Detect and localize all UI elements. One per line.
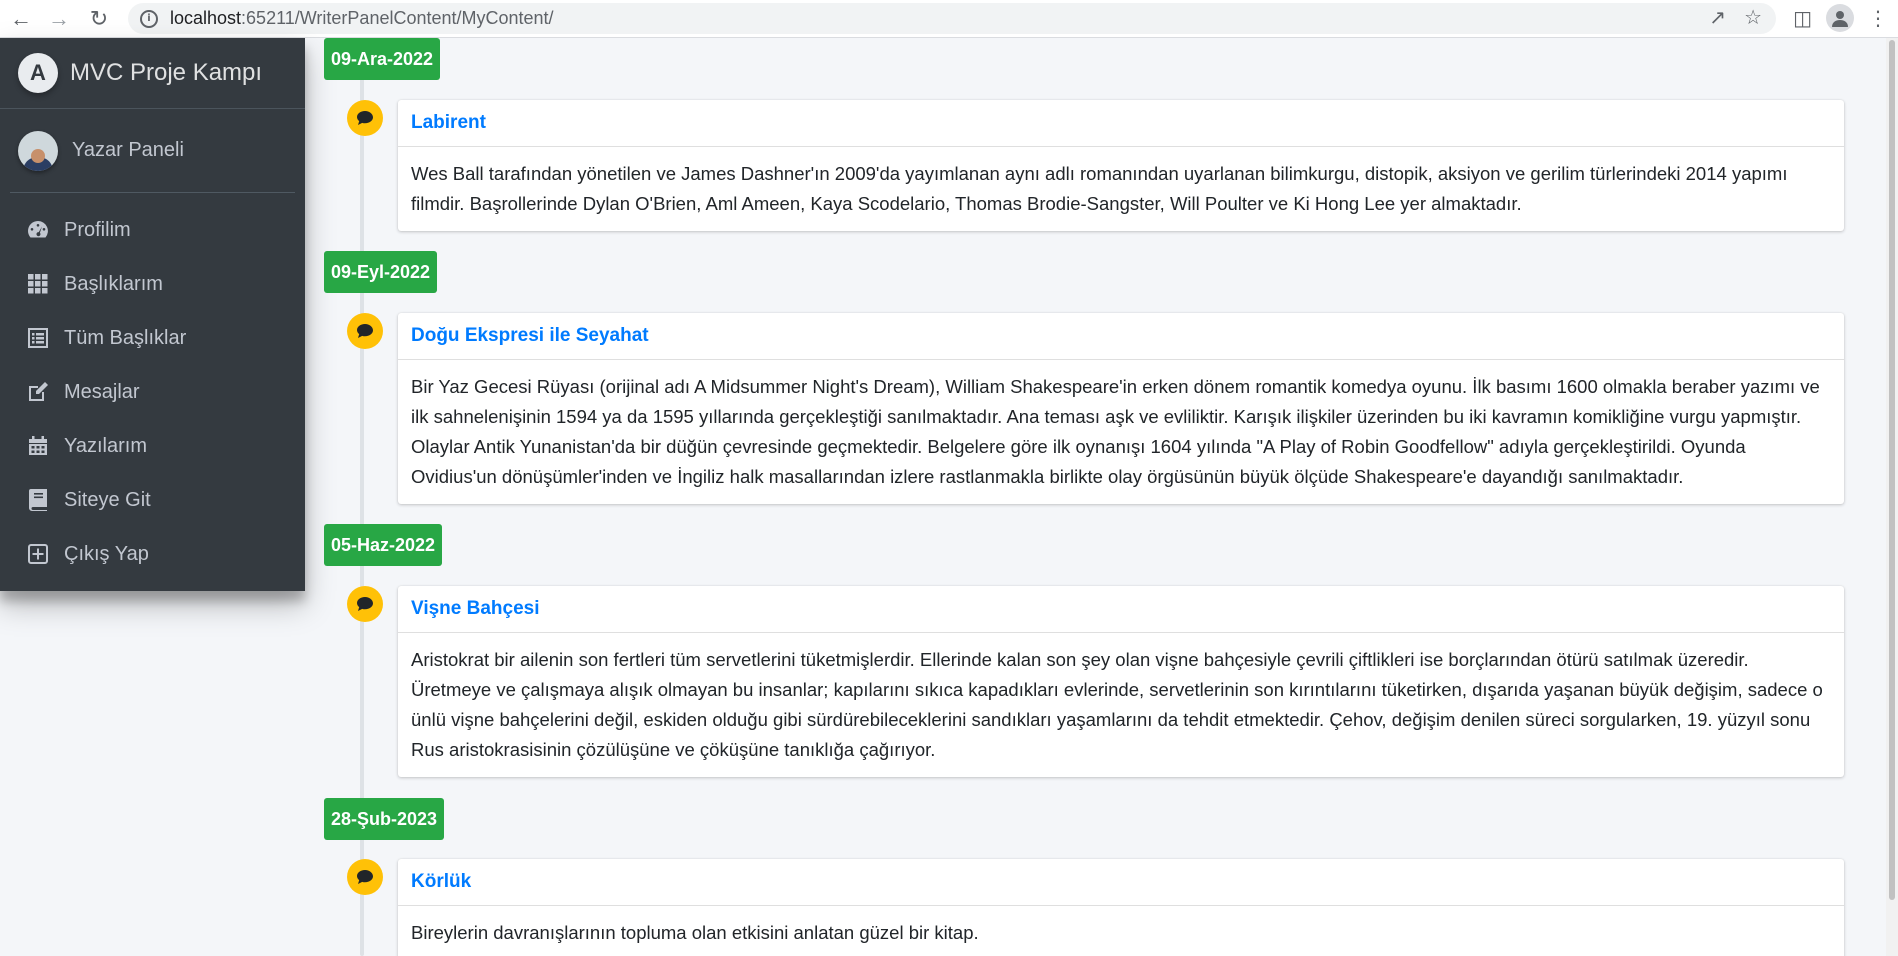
timeline-header: Körlük: [398, 859, 1844, 906]
timeline-date-badge: 05-Haz-2022: [324, 524, 443, 566]
timeline-body: Bireylerin davranışlarının topluma olan …: [411, 922, 979, 943]
sidebar: A MVC Proje Kampı Yazar Paneli Profilim …: [0, 38, 305, 591]
timeline: 09-Ara-2022 Labirent Wes Ball tarafından…: [305, 38, 1898, 956]
timeline-date-badge: 28-Şub-2023: [324, 798, 445, 840]
sidebar-item-tum-basliklar[interactable]: Tüm Başlıklar: [10, 311, 295, 365]
url-path: :65211/WriterPanelContent/MyContent/: [241, 8, 554, 28]
side-panel-icon[interactable]: ◫: [1793, 6, 1812, 31]
timeline-date-badge: 09-Ara-2022: [324, 38, 441, 80]
timeline-title-link[interactable]: Körlük: [411, 871, 471, 893]
sidebar-item-mesajlar[interactable]: Mesajlar: [10, 365, 295, 419]
share-icon[interactable]: ↗: [1709, 6, 1726, 30]
brand-logo: A: [18, 53, 58, 93]
sidebar-item-label: Profilim: [64, 218, 131, 241]
sidebar-item-label: Tüm Başlıklar: [64, 326, 187, 349]
browser-toolbar: ← → ↻ i localhost:65211/WriterPanelConte…: [0, 0, 1898, 38]
book-icon: [26, 488, 50, 512]
timeline-title-link[interactable]: Doğu Ekspresi ile Seyahat: [411, 325, 649, 347]
vertical-scrollbar[interactable]: [1886, 38, 1898, 956]
timeline-header: Labirent: [398, 100, 1844, 147]
calendar-icon: [26, 434, 50, 458]
brand-text: MVC Proje Kampı: [70, 59, 263, 86]
list-icon: [26, 326, 50, 350]
timeline-header: Doğu Ekspresi ile Seyahat: [398, 313, 1844, 360]
timeline-header: Vişne Bahçesi: [398, 586, 1844, 633]
comment-icon: [347, 313, 383, 349]
sidebar-item-label: Siteye Git: [64, 488, 151, 511]
timeline-body: Aristokrat bir ailenin son fertleri tüm …: [411, 649, 1823, 760]
comment-icon: [347, 100, 383, 136]
plus-square-icon: [26, 542, 50, 566]
timeline-date-badge: 09-Eyl-2022: [324, 251, 438, 293]
sidebar-item-basliklarim[interactable]: Başlıklarım: [10, 257, 295, 311]
more-menu-icon[interactable]: ⋮: [1868, 6, 1888, 31]
sidebar-item-cikis-yap[interactable]: Çıkış Yap: [10, 527, 295, 581]
avatar: [18, 130, 58, 171]
back-arrow-icon[interactable]: ←: [6, 4, 36, 34]
user-name: Yazar Paneli: [72, 139, 184, 161]
scrollbar-thumb[interactable]: [1889, 40, 1895, 900]
site-info-icon[interactable]: i: [140, 9, 158, 28]
url-host: localhost: [170, 8, 242, 28]
timeline-body: Wes Ball tarafından yönetilen ve James D…: [411, 163, 1788, 214]
sidebar-item-siteye-git[interactable]: Siteye Git: [10, 473, 295, 527]
forward-arrow-icon[interactable]: →: [44, 4, 74, 34]
reload-icon[interactable]: ↻: [84, 4, 114, 34]
dashboard-icon: [26, 218, 50, 242]
timeline-item: Doğu Ekspresi ile Seyahat Bir Yaz Gecesi…: [398, 313, 1844, 504]
comment-icon: [347, 859, 383, 895]
sidebar-menu: Profilim Başlıklarım Tüm Başlıklar Mesaj…: [0, 193, 305, 581]
profile-icon[interactable]: [1826, 4, 1854, 32]
sidebar-item-profilim[interactable]: Profilim: [10, 203, 295, 257]
edit-icon: [26, 380, 50, 404]
sidebar-item-label: Mesajlar: [64, 380, 140, 403]
timeline-body: Bir Yaz Gecesi Rüyası (orijinal adı A Mi…: [411, 376, 1820, 487]
timeline-item: Körlük Bireylerin davranışlarının toplum…: [398, 859, 1844, 956]
grid-icon: [26, 272, 50, 296]
comment-icon: [347, 586, 383, 622]
sidebar-item-yazilarim[interactable]: Yazılarım: [10, 419, 295, 473]
timeline-item: Vişne Bahçesi Aristokrat bir ailenin son…: [398, 586, 1844, 777]
user-panel[interactable]: Yazar Paneli: [10, 109, 295, 193]
timeline-title-link[interactable]: Vişne Bahçesi: [411, 598, 540, 620]
bookmark-star-icon[interactable]: ☆: [1744, 6, 1762, 30]
sidebar-item-label: Çıkış Yap: [64, 542, 149, 565]
sidebar-item-label: Başlıklarım: [64, 272, 163, 295]
address-bar[interactable]: i localhost:65211/WriterPanelContent/MyC…: [128, 3, 1776, 34]
sidebar-item-label: Yazılarım: [64, 434, 147, 457]
brand-link[interactable]: A MVC Proje Kampı: [0, 38, 305, 109]
timeline-item: Labirent Wes Ball tarafından yönetilen v…: [398, 100, 1844, 231]
timeline-title-link[interactable]: Labirent: [411, 112, 486, 134]
